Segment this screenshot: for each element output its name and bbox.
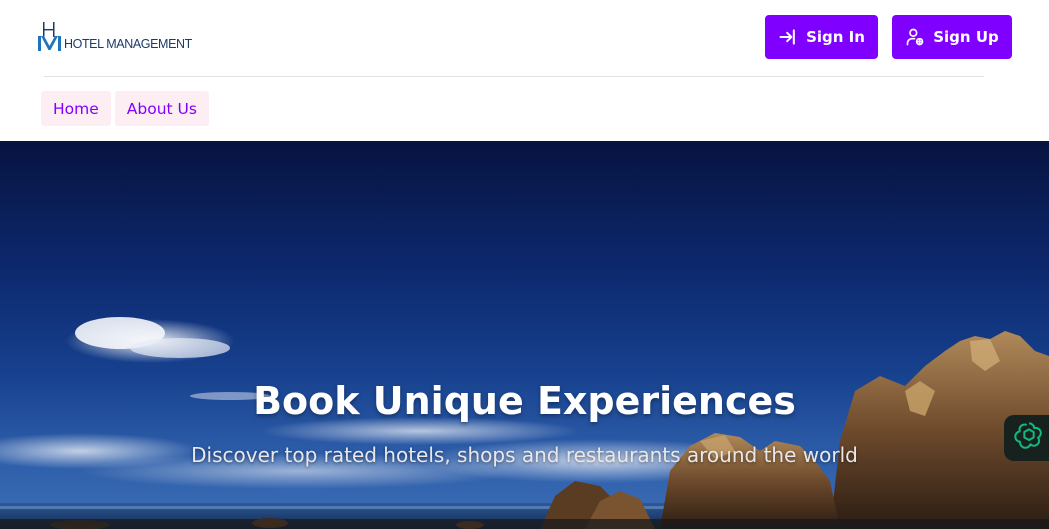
- hero-banner: Book Unique Experiences Discover top rat…: [0, 141, 1049, 529]
- logo-text: HOTEL MANAGEMENT: [64, 36, 192, 51]
- hero-background-image: [0, 317, 1049, 529]
- login-arrow-icon: [778, 27, 798, 47]
- hero-subtitle: Discover top rated hotels, shops and res…: [191, 443, 858, 467]
- sign-in-label: Sign In: [806, 28, 865, 46]
- ai-assistant-icon: [1013, 420, 1045, 456]
- hero-title: Book Unique Experiences: [253, 379, 796, 423]
- site-logo[interactable]: HOTEL MANAGEMENT: [38, 20, 192, 52]
- sign-up-label: Sign Up: [933, 28, 999, 46]
- logo-mark: [38, 22, 62, 52]
- ai-assistant-button[interactable]: [1004, 415, 1049, 461]
- main-nav: Home About Us: [41, 91, 209, 126]
- nav-item-about-us[interactable]: About Us: [114, 91, 209, 126]
- nav-item-home[interactable]: Home: [41, 91, 111, 126]
- sign-up-button[interactable]: Sign Up: [892, 15, 1012, 59]
- user-add-icon: [905, 27, 925, 47]
- header-divider: [44, 76, 984, 77]
- site-header: HOTEL MANAGEMENT Sign In Sign Up Home Ab…: [0, 0, 1049, 141]
- sign-in-button[interactable]: Sign In: [765, 15, 878, 59]
